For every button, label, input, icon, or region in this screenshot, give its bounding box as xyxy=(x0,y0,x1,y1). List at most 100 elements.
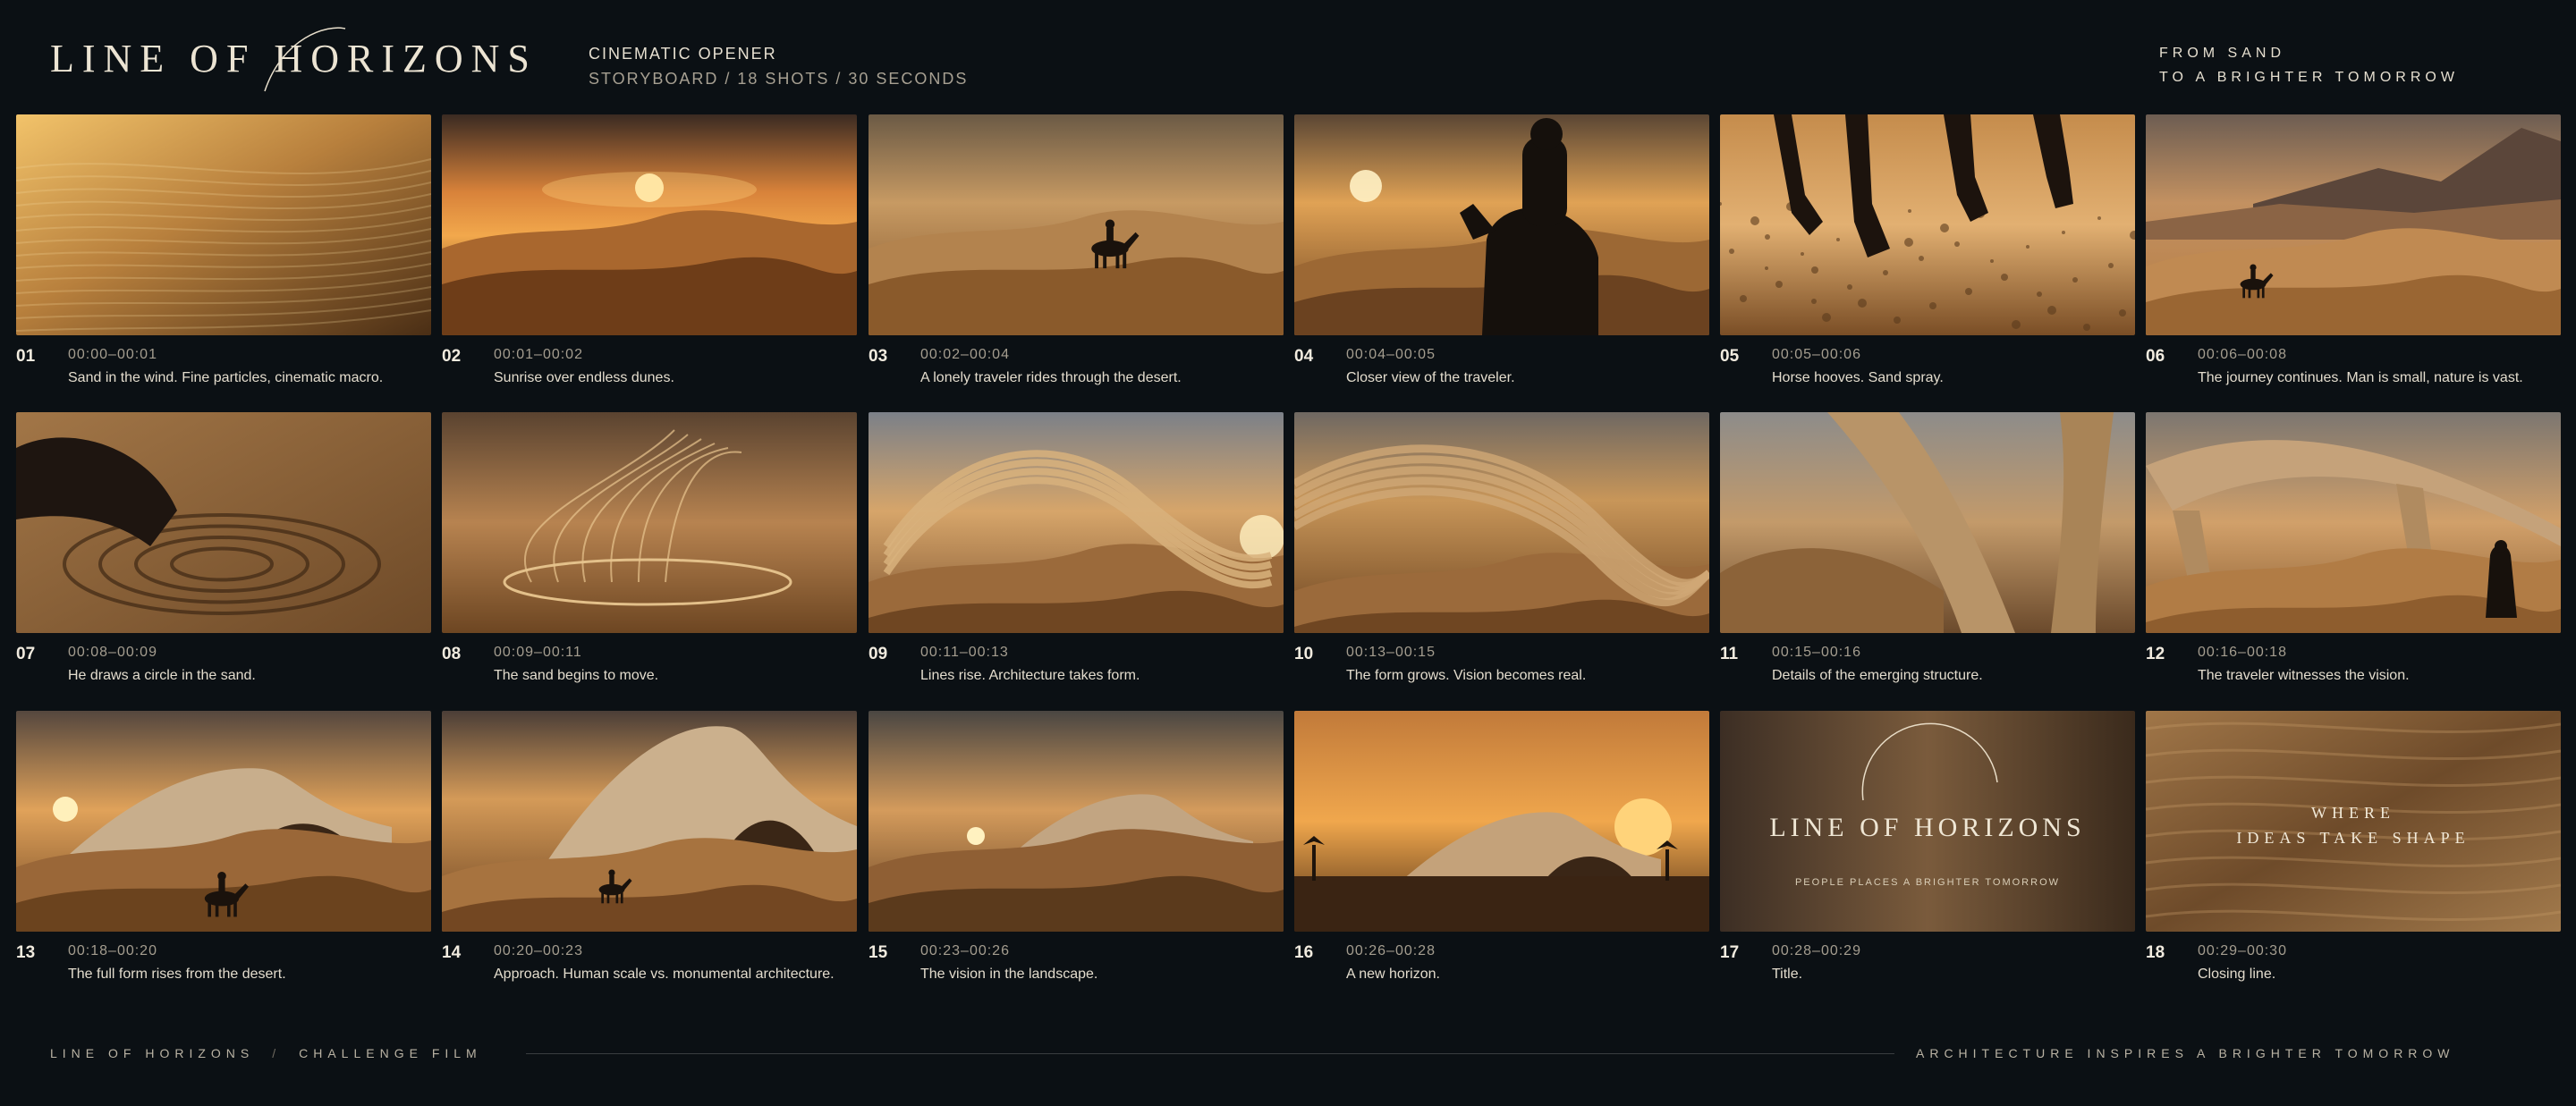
shot-card[interactable]: 01 00:00–00:01 Sand in the wind. Fine part… xyxy=(16,114,431,385)
shot-card[interactable]: 04 00:04–00:05 Closer view of the traveler… xyxy=(1294,114,1709,385)
structure-detail-image xyxy=(1720,412,2135,633)
building-sunset-image xyxy=(1294,711,1709,932)
rider-close-image xyxy=(1294,114,1709,335)
shot-timecode: 00:04–00:05 xyxy=(1346,347,1436,362)
shot-timecode: 00:05–00:06 xyxy=(1772,347,1861,362)
footer-divider xyxy=(526,1053,1894,1054)
shot-description: Lines rise. Architecture takes form. xyxy=(920,668,1140,683)
shot-thumbnail[interactable] xyxy=(869,711,1284,932)
closing-card-line2: IDEAS TAKE SHAPE xyxy=(2236,829,2470,847)
shot-card[interactable]: LINE OF HORIZONS PEOPLE PLACES A BRIGHTER… xyxy=(1720,711,2135,982)
shot-card[interactable]: 03 00:02–00:04 A lonely traveler rides thr… xyxy=(869,114,1284,385)
shot-timecode: 00:26–00:28 xyxy=(1346,943,1436,958)
shot-card[interactable]: 13 00:18–00:20 The full form rises from th… xyxy=(16,711,431,982)
shot-description: Sunrise over endless dunes. xyxy=(494,370,674,385)
shot-thumbnail[interactable] xyxy=(1294,711,1709,932)
shot-thumbnail[interactable] xyxy=(442,711,857,932)
footer: LINE OF HORIZONS / CHALLENGE FILM ARCHITEC… xyxy=(0,1037,2576,1073)
footer-tagline: ARCHITECTURE INSPIRES A BRIGHTER TOMORRO… xyxy=(1916,1046,2455,1060)
hand-circle-image xyxy=(16,412,431,633)
shot-card[interactable]: 05 00:05–00:06 Horse hooves. Sand spray. xyxy=(1720,114,2135,385)
subtitle-line1: CINEMATIC OPENER xyxy=(589,45,777,63)
shot-number: 18 xyxy=(2146,943,2165,962)
shot-timecode: 00:08–00:09 xyxy=(68,645,157,660)
shot-card[interactable]: 16 00:26–00:28 A new horizon. xyxy=(1294,711,1709,982)
shot-thumbnail[interactable] xyxy=(869,412,1284,633)
shot-thumbnail[interactable] xyxy=(2146,114,2561,335)
shot-description: The traveler witnesses the vision. xyxy=(2198,668,2410,683)
shot-thumbnail[interactable]: LINE OF HORIZONS PEOPLE PLACES A BRIGHTER… xyxy=(1720,711,2135,932)
shot-card[interactable]: 11 00:15–00:16 Details of the emerging str… xyxy=(1720,412,2135,683)
shot-timecode: 00:29–00:30 xyxy=(2198,943,2287,958)
shot-description: The journey continues. Man is small, nat… xyxy=(2198,370,2523,385)
shot-card[interactable]: 06 00:06–00:08 The journey continues. Man … xyxy=(2146,114,2561,385)
shot-number: 16 xyxy=(1294,943,1314,962)
shot-thumbnail[interactable] xyxy=(869,114,1284,335)
building-approach-image xyxy=(442,711,857,932)
shot-card[interactable]: 08 00:09–00:11 The sand begins to move. xyxy=(442,412,857,683)
logo-arc-icon xyxy=(264,27,346,92)
shot-description: The full form rises from the desert. xyxy=(68,967,286,982)
rider-dunes-image xyxy=(869,114,1284,335)
shot-number: 02 xyxy=(442,347,462,366)
shot-timecode: 00:23–00:26 xyxy=(920,943,1010,958)
shot-thumbnail[interactable] xyxy=(2146,412,2561,633)
shot-thumbnail[interactable] xyxy=(442,412,857,633)
shot-number: 09 xyxy=(869,645,888,663)
shot-number: 01 xyxy=(16,347,36,366)
sunrise-dunes-image xyxy=(442,114,857,335)
building-landscape-image xyxy=(869,711,1284,932)
sand-macro-image xyxy=(16,114,431,335)
shot-thumbnail[interactable] xyxy=(16,711,431,932)
shot-thumbnail[interactable] xyxy=(1720,412,2135,633)
title-card-title: LINE OF HORIZONS xyxy=(1769,813,2085,842)
shot-thumbnail[interactable] xyxy=(1294,412,1709,633)
footer-title: LINE OF HORIZONS xyxy=(50,1046,255,1060)
shot-thumbnail[interactable] xyxy=(442,114,857,335)
shot-number: 07 xyxy=(16,645,36,663)
footer-subtitle: CHALLENGE FILM xyxy=(299,1046,482,1060)
shot-number: 08 xyxy=(442,645,462,663)
shot-card[interactable]: 10 00:13–00:15 The form grows. Vision beco… xyxy=(1294,412,1709,683)
shot-number: 13 xyxy=(16,943,36,962)
shot-number: 10 xyxy=(1294,645,1314,663)
tagline: FROM SAND TO A BRIGHTER TOMORROW xyxy=(2159,41,2459,89)
hooves-image xyxy=(1720,114,2135,335)
shot-thumbnail[interactable] xyxy=(16,114,431,335)
tagline-line2: TO A BRIGHTER TOMORROW xyxy=(2159,70,2459,85)
shot-timecode: 00:28–00:29 xyxy=(1772,943,1861,958)
shot-thumbnail[interactable] xyxy=(1294,114,1709,335)
subtitle-line2: STORYBOARD / 18 SHOTS / 30 SECONDS xyxy=(589,70,969,88)
header: LINE OF HORIZONS CINEMATIC OPENER STORYB… xyxy=(0,0,2576,107)
shot-timecode: 00:09–00:11 xyxy=(494,645,582,660)
ribbons-big-image xyxy=(1294,412,1709,633)
shot-card[interactable]: 14 00:20–00:23 Approach. Human scale vs. m… xyxy=(442,711,857,982)
shot-description: A lonely traveler rides through the dese… xyxy=(920,370,1182,385)
title-card-subtitle: PEOPLE PLACES A BRIGHTER TOMORROW xyxy=(1795,877,2060,888)
shot-description: Sand in the wind. Fine particles, cinema… xyxy=(68,370,384,385)
shot-thumbnail[interactable] xyxy=(1720,114,2135,335)
shot-thumbnail[interactable]: WHERE IDEAS TAKE SHAPE xyxy=(2146,711,2561,932)
footer-separator: / xyxy=(272,1046,282,1060)
shot-number: 03 xyxy=(869,347,888,366)
shot-description: Horse hooves. Sand spray. xyxy=(1772,370,1944,385)
shot-number: 06 xyxy=(2146,347,2165,366)
shot-card[interactable]: 09 00:11–00:13 Lines rise. Architecture ta… xyxy=(869,412,1284,683)
shot-timecode: 00:02–00:04 xyxy=(920,347,1010,362)
shot-description: Closing line. xyxy=(2198,967,2276,982)
shot-description: The sand begins to move. xyxy=(494,668,659,683)
title-card-image: LINE OF HORIZONS PEOPLE PLACES A BRIGHTER… xyxy=(1720,711,2135,932)
shot-card[interactable]: 02 00:01–00:02 Sunrise over endless dunes. xyxy=(442,114,857,385)
shot-description: Details of the emerging structure. xyxy=(1772,668,1983,683)
shot-card[interactable]: 07 00:08–00:09 He draws a circle in the sa… xyxy=(16,412,431,683)
shot-timecode: 00:20–00:23 xyxy=(494,943,583,958)
shot-card[interactable]: 15 00:23–00:26 The vision in the landscape… xyxy=(869,711,1284,982)
shot-number: 15 xyxy=(869,943,888,962)
sand-swirl-image xyxy=(442,412,857,633)
shot-thumbnail[interactable] xyxy=(16,412,431,633)
shot-timecode: 00:06–00:08 xyxy=(2198,347,2287,362)
shot-card[interactable]: 12 00:16–00:18 The traveler witnesses the … xyxy=(2146,412,2561,683)
shot-card[interactable]: WHERE IDEAS TAKE SHAPE 18 00:29–00:30 Closin… xyxy=(2146,711,2561,982)
ribbons-image xyxy=(869,412,1284,633)
shot-timecode: 00:16–00:18 xyxy=(2198,645,2287,660)
